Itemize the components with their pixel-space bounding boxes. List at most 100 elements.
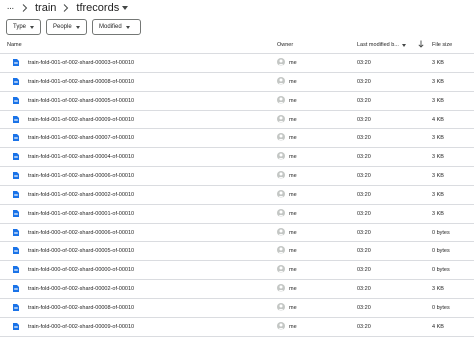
table-row[interactable]: train-fold-000-of-002-shard-00002-of-000… xyxy=(0,280,474,299)
type-filter-chip[interactable]: Type xyxy=(6,19,41,35)
user-avatar-icon xyxy=(277,321,285,330)
last-modified-value: 03:20 xyxy=(357,173,371,180)
chevron-right-icon xyxy=(58,1,74,15)
breadcrumb-current-folder[interactable]: tfrecords xyxy=(74,2,130,14)
file-name: train-fold-001-of-002-shard-00002-of-000… xyxy=(28,191,135,198)
owner-label: me xyxy=(289,97,297,104)
file-size-column-header[interactable]: File size xyxy=(432,42,452,48)
table-row[interactable]: train-fold-001-of-002-shard-00001-of-000… xyxy=(0,205,474,224)
file-name: train-fold-001-of-002-shard-00001-of-000… xyxy=(28,210,135,217)
table-row[interactable]: train-fold-000-of-002-shard-00006-of-000… xyxy=(0,224,474,243)
owner-label: me xyxy=(289,60,297,66)
table-row[interactable]: train-fold-001-of-002-shard-00007-of-000… xyxy=(0,129,474,149)
file-table: Name Owner Last modified b... File size … xyxy=(0,37,474,341)
user-avatar-icon xyxy=(277,171,285,180)
user-avatar-icon xyxy=(277,189,285,198)
file-icon xyxy=(13,134,19,142)
chevron-right-icon xyxy=(17,1,33,15)
last-modified-value: 03:20 xyxy=(357,210,371,217)
table-row[interactable]: train-fold-001-of-002-shard-00005-of-000… xyxy=(0,92,474,111)
caret-down-icon xyxy=(401,43,406,47)
file-icon xyxy=(13,266,19,274)
table-row[interactable]: train-fold-000-of-002-shard-00000-of-000… xyxy=(0,261,474,281)
file-icon xyxy=(13,247,19,255)
last-modified-value: 03:20 xyxy=(357,286,371,293)
file-size-value: 3 KB xyxy=(432,286,444,293)
user-avatar-icon xyxy=(277,227,285,236)
file-size-value: 4 KB xyxy=(432,323,444,330)
file-name: train-fold-001-of-002-shard-00004-of-000… xyxy=(28,154,135,161)
last-modified-column-header[interactable]: Last modified b... xyxy=(357,42,406,48)
file-size-value: 0 bytes xyxy=(432,304,450,311)
user-avatar-icon xyxy=(277,76,285,85)
last-modified-header-label: Last modified b... xyxy=(357,42,399,48)
last-modified-value: 03:20 xyxy=(357,154,371,161)
table-row[interactable]: train-fold-000-of-002-shard-00009-of-000… xyxy=(0,318,474,337)
file-size-value: 3 KB xyxy=(432,97,444,104)
table-row[interactable]: train-fold-000-of-002-shard-00005-of-000… xyxy=(0,242,474,262)
caret-down-icon xyxy=(122,6,129,10)
caret-down-icon xyxy=(30,25,35,29)
user-avatar-icon xyxy=(277,265,285,274)
file-size-value: 0 bytes xyxy=(432,229,450,236)
table-row[interactable]: train-fold-001-of-002-shard-00004-of-000… xyxy=(0,148,474,168)
table-row[interactable]: train-fold-000-of-002-shard-00003-of-000… xyxy=(0,337,474,341)
file-name: train-fold-000-of-002-shard-00002-of-000… xyxy=(28,286,135,293)
owner-label: me xyxy=(289,173,297,180)
table-row[interactable]: train-fold-001-of-002-shard-00009-of-000… xyxy=(0,111,474,130)
file-icon xyxy=(13,59,19,66)
modified-filter-label: Modified xyxy=(99,24,122,30)
file-icon xyxy=(13,303,19,311)
file-size-value: 4 KB xyxy=(432,116,444,123)
breadcrumb-more-button[interactable]: ··· xyxy=(3,1,17,15)
file-icon xyxy=(13,115,19,123)
last-modified-value: 03:20 xyxy=(357,229,371,236)
file-name: train-fold-001-of-002-shard-00005-of-000… xyxy=(28,97,135,104)
file-size-value: 3 KB xyxy=(432,191,444,198)
owner-label: me xyxy=(289,154,297,161)
file-icon xyxy=(13,153,19,161)
people-filter-label: People xyxy=(53,24,72,30)
user-avatar-icon xyxy=(277,114,285,123)
file-icon xyxy=(13,322,19,330)
file-icon xyxy=(13,77,19,85)
file-size-value: 3 KB xyxy=(432,78,444,85)
table-row[interactable]: train-fold-000-of-002-shard-00008-of-000… xyxy=(0,299,474,318)
owner-column-header[interactable]: Owner xyxy=(277,42,293,48)
file-name: train-fold-000-of-002-shard-00005-of-000… xyxy=(28,248,135,255)
user-avatar-icon xyxy=(277,58,285,66)
arrow-down-icon[interactable] xyxy=(418,40,424,50)
file-size-value: 3 KB xyxy=(432,173,444,180)
owner-label: me xyxy=(289,229,297,236)
last-modified-value: 03:20 xyxy=(357,191,371,198)
people-filter-chip[interactable]: People xyxy=(46,19,87,35)
table-row[interactable]: train-fold-001-of-002-shard-00008-of-000… xyxy=(0,73,474,92)
table-row[interactable]: train-fold-001-of-002-shard-00003-of-000… xyxy=(0,54,474,73)
owner-label: me xyxy=(289,78,297,85)
owner-label: me xyxy=(289,304,297,311)
file-size-value: 3 KB xyxy=(432,154,444,161)
user-avatar-icon xyxy=(277,284,285,293)
table-row[interactable]: train-fold-001-of-002-shard-00002-of-000… xyxy=(0,186,474,205)
owner-label: me xyxy=(289,267,297,274)
table-row[interactable]: train-fold-001-of-002-shard-00006-of-000… xyxy=(0,167,474,186)
file-name: train-fold-000-of-002-shard-00006-of-000… xyxy=(28,229,135,236)
breadcrumb-parent[interactable]: train xyxy=(33,2,58,14)
file-icon xyxy=(13,228,19,236)
file-name: train-fold-001-of-002-shard-00006-of-000… xyxy=(28,173,135,180)
breadcrumb: ··· train tfrecords xyxy=(0,0,130,16)
file-name: train-fold-000-of-002-shard-00008-of-000… xyxy=(28,304,135,311)
user-avatar-icon xyxy=(277,95,285,104)
file-list: train-fold-001-of-002-shard-00003-of-000… xyxy=(0,54,474,341)
owner-label: me xyxy=(289,323,297,330)
last-modified-value: 03:20 xyxy=(357,78,371,85)
user-avatar-icon xyxy=(277,246,285,255)
owner-label: me xyxy=(289,116,297,123)
user-avatar-icon xyxy=(277,302,285,311)
name-column-header[interactable]: Name xyxy=(7,42,22,48)
owner-label: me xyxy=(289,286,297,293)
last-modified-value: 03:20 xyxy=(357,60,371,66)
modified-filter-chip[interactable]: Modified xyxy=(92,19,141,35)
user-avatar-icon xyxy=(277,152,285,161)
file-icon xyxy=(13,96,19,104)
